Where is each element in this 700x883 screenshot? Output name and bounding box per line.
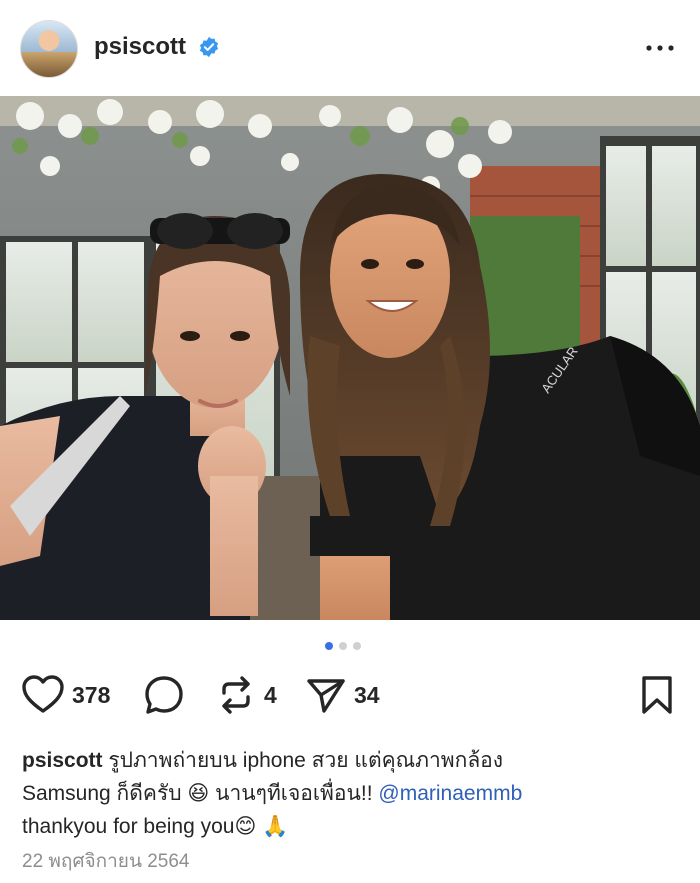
comment-action[interactable] [144,672,192,718]
action-bar: 378 4 34 [0,672,700,718]
like-count: 378 [72,681,111,708]
share-count: 34 [354,681,380,708]
repost-icon[interactable] [216,675,256,715]
repost-action[interactable]: 4 [216,672,277,718]
share-action[interactable]: 34 [306,672,380,718]
like-action[interactable]: 378 [22,672,110,718]
post-photo-image: ACULAR [0,96,700,620]
caption-line-2: Samsung ก็ดีครับ 😆 นานๆทีเจอเพื่อน!! @ma… [22,777,672,810]
carousel-dot [339,642,347,650]
smile-emoji: 😊 [234,814,257,838]
repost-count: 4 [264,681,277,708]
avatar[interactable] [20,20,78,78]
caption-text-2a: Samsung ก็ดีครับ [22,782,182,805]
post-date: 22 พฤศจิกายน 2564 [22,851,190,872]
caption-mention[interactable]: @marinaemmb [378,782,522,805]
send-icon[interactable] [306,675,346,715]
post-photo[interactable]: ACULAR [0,96,700,620]
carousel-dot [353,642,361,650]
verified-badge-icon [199,36,219,58]
caption-line-3: thankyou for being you😊 🙏 [22,810,672,843]
caption-line-1: psiscott รูปภาพถ่ายบน iphone สวย แต่คุณภ… [22,744,672,777]
pray-emoji: 🙏 [262,814,289,838]
comment-bubble-icon[interactable] [144,675,184,715]
carousel-dot-active [325,642,333,650]
post-header: psiscott [0,0,700,96]
post-caption: psiscott รูปภาพถ่ายบน iphone สวย แต่คุณภ… [22,744,672,843]
caption-text-1: รูปภาพถ่ายบน iphone สวย แต่คุณภาพกล้อง [108,749,504,772]
post-username[interactable]: psiscott [94,33,186,61]
laughing-emoji: 😆 [187,781,210,805]
caption-username[interactable]: psiscott [22,749,103,772]
more-options-icon[interactable] [644,38,676,58]
caption-text-2b: นานๆทีเจอเพื่อน!! [215,782,373,805]
bookmark-icon[interactable] [640,675,674,715]
caption-text-3: thankyou for being you [22,815,235,838]
carousel-indicator [325,642,361,650]
save-action[interactable] [640,672,674,718]
heart-icon[interactable] [22,675,64,715]
